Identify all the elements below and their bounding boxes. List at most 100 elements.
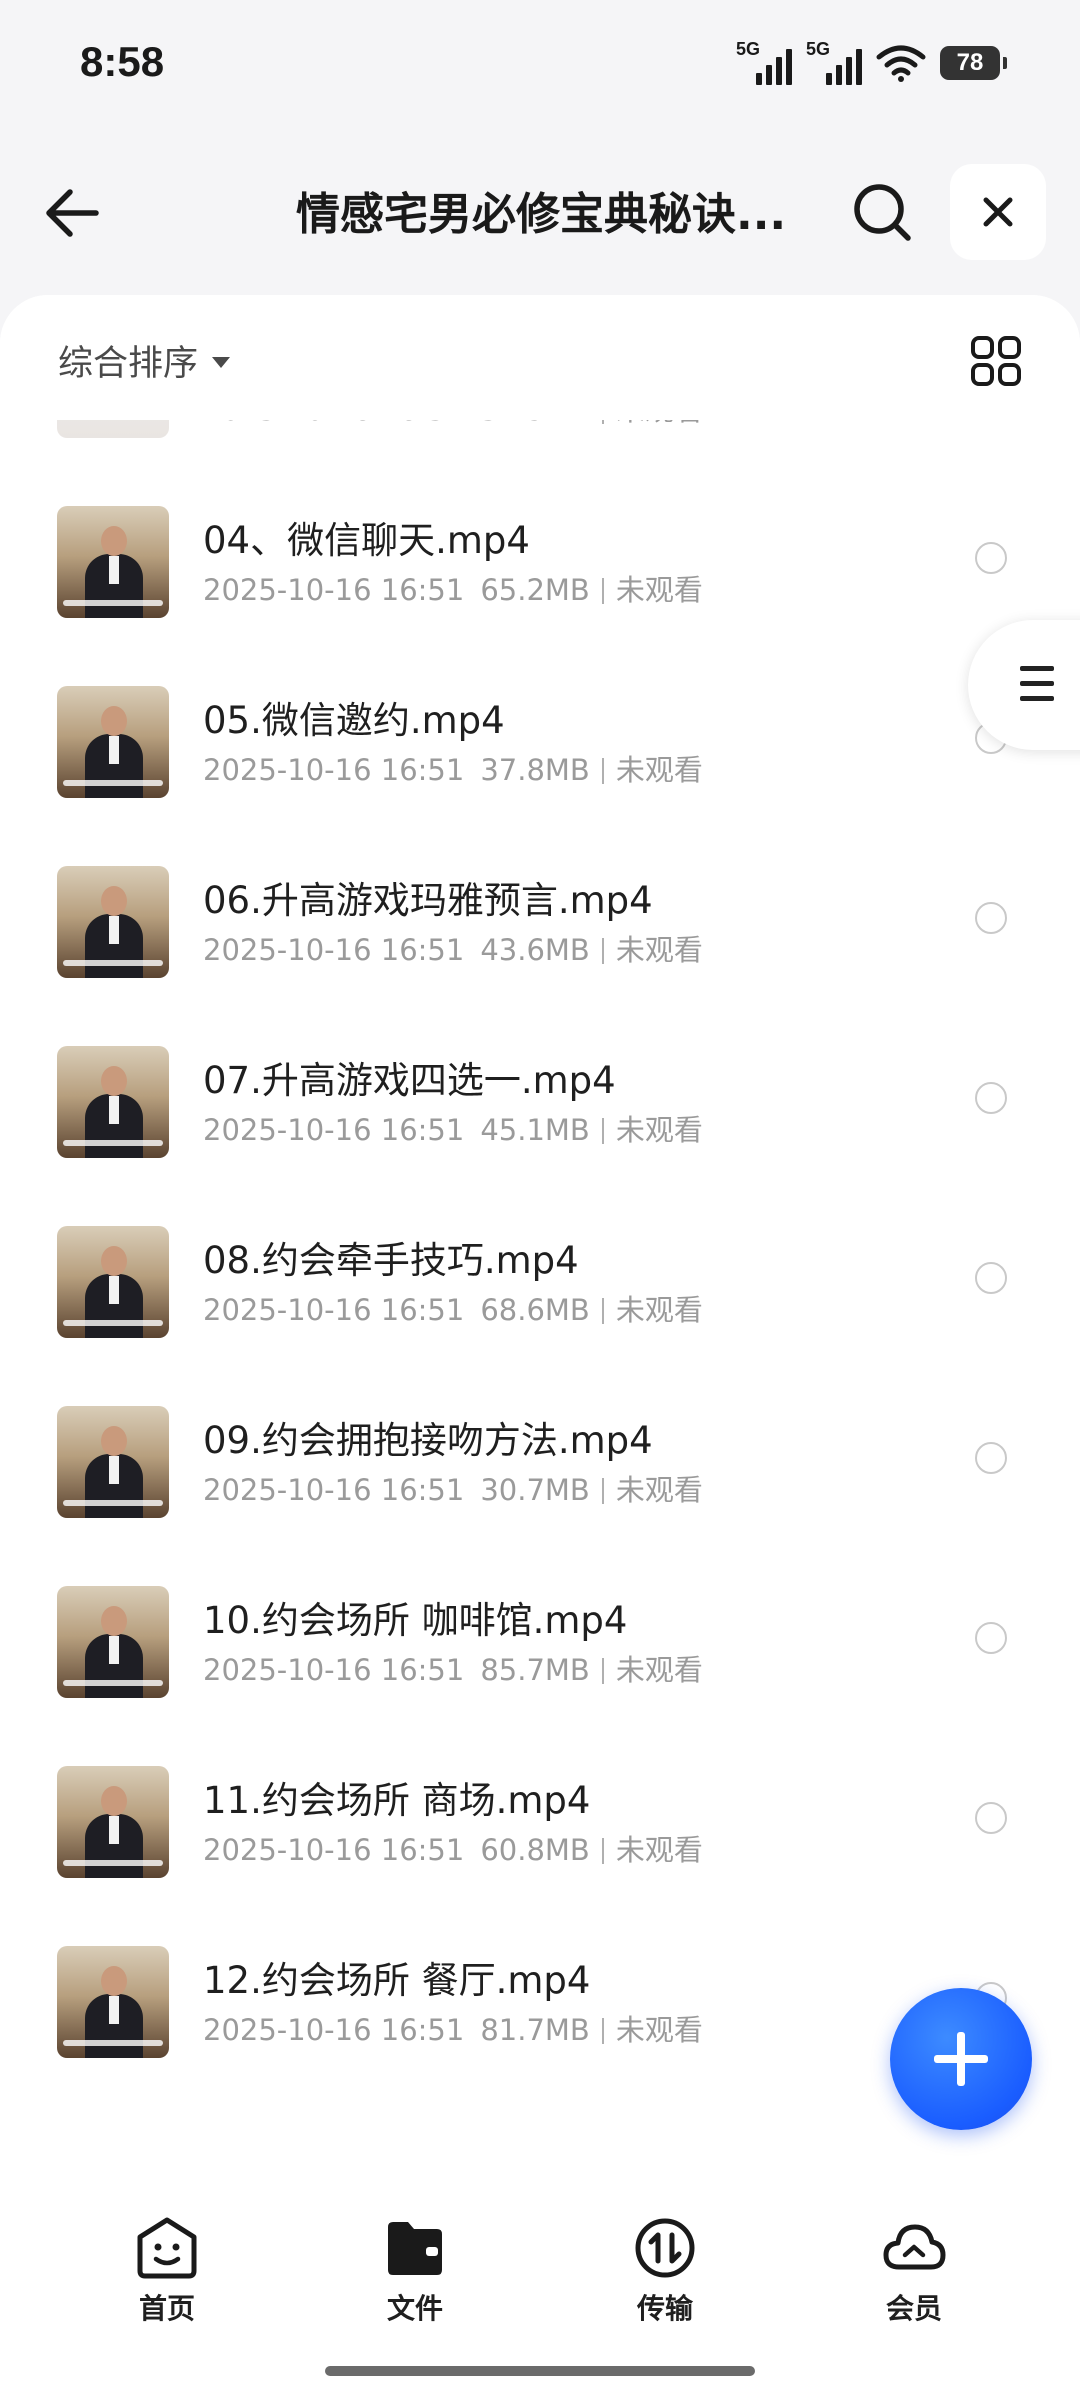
menu-icon [1020, 666, 1054, 711]
video-thumbnail [57, 1226, 169, 1338]
video-thumbnail [57, 1946, 169, 2058]
file-meta: 2025-10-16 16:51 68.6MB 未观看 [203, 1287, 703, 1329]
file-name: 07.升高游戏四选一.mp4 [203, 1059, 616, 1102]
watch-status: 未观看 [615, 1653, 703, 1687]
search-button[interactable] [850, 180, 916, 246]
status-bar: 8:58 5G 5G 78 [0, 0, 1080, 130]
file-size: 65.2MB [480, 573, 590, 607]
select-radio[interactable] [975, 1082, 1007, 1114]
select-radio[interactable] [975, 902, 1007, 934]
header: 情感宅男必修宝典秘诀... [0, 150, 1080, 275]
file-meta: 2025-10-16 16:51 30.7MB 未观看 [203, 1467, 703, 1509]
file-size: 43.6MB [480, 933, 590, 967]
video-thumbnail [57, 1586, 169, 1698]
watch-status: 未观看 [616, 420, 703, 427]
nav-label: 文件 [386, 2292, 443, 2325]
select-radio[interactable] [975, 542, 1007, 574]
file-date: 2025-10-16 16:51 [203, 1113, 465, 1147]
file-list-items: 02.探探社交软件的使用.mp42025-10-16 16:5152.9MB未观… [0, 420, 1080, 2100]
caret-down-icon [212, 357, 231, 368]
file-meta: 2025-10-16 16:51 37.8MB 未观看 [203, 747, 703, 789]
file-list: 02.探探社交软件的使用.mp42025-10-16 16:5152.9MB未观… [0, 420, 1080, 2180]
file-date: 2025-10-16 16:51 [203, 573, 465, 607]
video-thumbnail [57, 866, 169, 978]
nav-item-home[interactable]: 首页 [97, 2215, 237, 2335]
file-size: 68.6MB [480, 1293, 590, 1327]
file-size: 37.8MB [480, 753, 590, 787]
watch-status: 未观看 [615, 2013, 703, 2047]
file-list-item[interactable]: 09.约会拥抱接吻方法.mp4 2025-10-16 16:51 30.7MB 未观看 [0, 1380, 1080, 1560]
file-list-item[interactable]: 11.约会场所 商场.mp4 2025-10-16 16:51 60.8MB 未观看 [0, 1740, 1080, 1920]
meta-divider [601, 1478, 604, 1504]
watch-status: 未观看 [615, 933, 703, 967]
select-radio[interactable] [975, 1442, 1007, 1474]
file-date: 2025-10-16 16:51 [203, 420, 464, 427]
status-icons: 5G 5G 78 [736, 38, 1007, 88]
file-date: 2025-10-16 16:51 [203, 933, 465, 967]
meta-divider [601, 1658, 604, 1684]
meta-divider [601, 1118, 604, 1144]
file-name: 08.约会牵手技巧.mp4 [203, 1239, 579, 1282]
file-meta: 2025-10-16 16:51 45.1MB 未观看 [203, 1107, 703, 1149]
file-date: 2025-10-16 16:51 [203, 1293, 465, 1327]
nav-item-transfer[interactable]: 传输 [595, 2215, 735, 2335]
file-date: 2025-10-16 16:51 [203, 2013, 465, 2047]
file-size: 45.1MB [480, 1113, 590, 1147]
file-meta: 2025-10-16 16:51 65.2MB 未观看 [203, 567, 703, 609]
cloud-icon [883, 2224, 946, 2270]
video-thumbnail [57, 420, 169, 438]
file-list-item[interactable]: 10.约会场所 咖啡馆.mp4 2025-10-16 16:51 85.7MB 未观看 [0, 1560, 1080, 1740]
file-name: 05.微信邀约.mp4 [203, 699, 505, 742]
back-button[interactable] [40, 178, 110, 248]
file-size: 81.7MB [480, 2013, 590, 2047]
file-list-item[interactable]: 06.升高游戏玛雅预言.mp4 2025-10-16 16:51 43.6MB 未观看 [0, 840, 1080, 1020]
video-thumbnail [57, 686, 169, 798]
folder-icon [388, 2222, 442, 2275]
meta-divider [601, 578, 604, 604]
add-button[interactable] [890, 1988, 1032, 2130]
select-radio[interactable] [975, 1262, 1007, 1294]
wifi-icon [876, 45, 926, 82]
file-meta: 2025-10-16 16:51 60.8MB 未观看 [203, 1827, 703, 1869]
watch-status: 未观看 [615, 1113, 703, 1147]
grid-view-button[interactable] [970, 335, 1022, 387]
nav-item-files[interactable]: 文件 [345, 2215, 485, 2335]
close-button[interactable] [950, 164, 1046, 260]
file-list-item[interactable]: 08.约会牵手技巧.mp4 2025-10-16 16:51 68.6MB 未观看 [0, 1200, 1080, 1380]
close-icon [983, 197, 1013, 227]
video-thumbnail [57, 1766, 169, 1878]
file-list-item[interactable]: 05.微信邀约.mp4 2025-10-16 16:51 37.8MB 未观看 [0, 660, 1080, 840]
file-date: 2025-10-16 16:51 [203, 1653, 465, 1687]
transfer-icon [635, 2218, 695, 2278]
file-meta: 2025-10-16 16:51 52.9MB 未观看 [203, 420, 703, 429]
nav-item-membership[interactable]: 会员 [844, 2215, 984, 2335]
meta-divider [601, 420, 604, 424]
watch-status: 未观看 [615, 1293, 703, 1327]
file-size: 60.8MB [480, 1833, 590, 1867]
file-size: 30.7MB [480, 1473, 590, 1507]
home-face-icon [137, 2217, 197, 2279]
watch-status: 未观看 [615, 1833, 703, 1867]
nav-label: 首页 [138, 2292, 195, 2325]
search-icon [854, 184, 911, 241]
sort-bar: 综合排序 [0, 295, 1080, 420]
select-radio[interactable] [975, 1622, 1007, 1654]
file-list-item[interactable]: 07.升高游戏四选一.mp4 2025-10-16 16:51 45.1MB 未观看 [0, 1020, 1080, 1200]
grid-icon [971, 336, 1021, 386]
page-title: 情感宅男必修宝典秘诀... [296, 189, 787, 240]
file-date: 2025-10-16 16:51 [203, 1833, 465, 1867]
file-list-item[interactable]: 02.探探社交软件的使用.mp42025-10-16 16:5152.9MB未观… [0, 420, 1080, 480]
nav-label: 传输 [636, 2292, 693, 2325]
watch-status: 未观看 [615, 573, 703, 607]
video-thumbnail [57, 1406, 169, 1518]
sort-dropdown[interactable]: 综合排序 [58, 335, 231, 386]
file-list-item[interactable]: 04、微信聊天.mp4 2025-10-16 16:51 65.2MB 未观看 [0, 480, 1080, 660]
select-radio[interactable] [975, 1802, 1007, 1834]
file-name: 12.约会场所 餐厅.mp4 [203, 1959, 591, 2002]
file-list-panel: 综合排序 02.探探社交软件的使用.mp42025-10-16 16:5152.… [0, 295, 1080, 2180]
battery-indicator: 78 [940, 46, 1007, 80]
file-size: 52.9MB [480, 420, 590, 427]
nav-label: 会员 [885, 2292, 942, 2325]
file-name: 06.升高游戏玛雅预言.mp4 [203, 879, 653, 922]
back-arrow-icon [46, 189, 99, 237]
